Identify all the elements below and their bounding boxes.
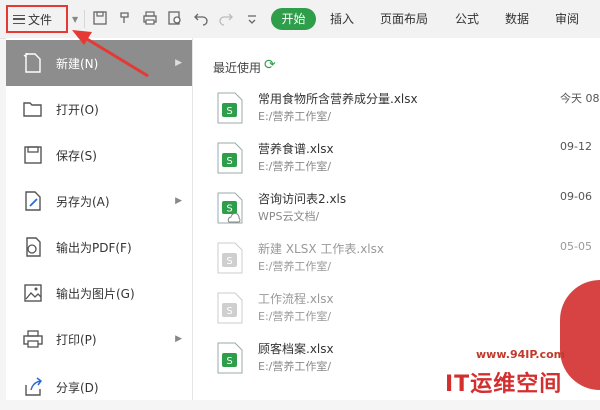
chevron-right-icon: ▶ xyxy=(175,334,182,344)
file-path: WPS云文档/ xyxy=(258,210,320,223)
chevron-right-icon: ▶ xyxy=(175,58,182,68)
file-name: 工作流程.xlsx xyxy=(258,292,334,306)
save-icon[interactable] xyxy=(92,10,108,26)
cloud-spreadsheet-icon: S xyxy=(217,192,243,224)
file-path: E:/营养工作室/ xyxy=(258,160,332,173)
file-date: 09-12 xyxy=(560,140,592,153)
menu-item-label: 打开(O) xyxy=(56,102,99,117)
spreadsheet-icon: S xyxy=(217,242,243,274)
file-date: 05-05 xyxy=(560,240,592,253)
file-name: 常用食物所含营养成分量.xlsx xyxy=(258,92,418,106)
menu-item-label: 保存(S) xyxy=(56,148,97,163)
file-date: 今天 08 xyxy=(560,92,600,105)
print-icon[interactable] xyxy=(142,10,158,26)
file-name: 顾客档案.xlsx xyxy=(258,342,334,356)
menu-item-share[interactable]: 分享(D) xyxy=(6,364,192,410)
file-path: E:/营养工作室/ xyxy=(258,360,332,373)
spreadsheet-icon: S xyxy=(217,342,243,374)
save-as-icon xyxy=(22,190,44,212)
recent-file-row[interactable]: S 工作流程.xlsx E:/营养工作室/ xyxy=(213,286,600,332)
printer-icon xyxy=(22,328,44,350)
customize-toolbar-icon[interactable] xyxy=(244,12,260,28)
file-menu-label: 文件 xyxy=(28,12,53,27)
menu-item-new[interactable]: 新建(N) ▶ xyxy=(6,40,192,86)
file-menu-panel: 新建(N) ▶ 打开(O) 保存(S) 另存为(A) ▶ 输出为PDF(F) 输… xyxy=(6,38,193,400)
tab-data[interactable]: 数据 xyxy=(505,10,529,27)
share-icon xyxy=(22,376,44,398)
file-date: 09-06 xyxy=(560,190,592,203)
hamburger-icon xyxy=(13,14,25,24)
recent-file-row[interactable]: S 营养食谱.xlsx E:/营养工作室/ 09-12 xyxy=(213,136,600,182)
file-path: E:/营养工作室/ xyxy=(258,110,332,123)
watermark-site: www.94IP.com xyxy=(476,348,566,361)
svg-text:S: S xyxy=(226,204,232,215)
print-preview-icon[interactable] xyxy=(167,10,183,26)
chevron-right-icon: ▶ xyxy=(175,196,182,206)
undo-icon[interactable] xyxy=(193,10,209,26)
svg-text:S: S xyxy=(226,156,232,167)
tab-review[interactable]: 审阅 xyxy=(555,10,579,27)
watermark-logo: IT运维空间 xyxy=(445,372,563,397)
file-name: 咨询访问表2.xls xyxy=(258,192,347,206)
menu-item-label: 输出为PDF(F) xyxy=(56,240,132,255)
spreadsheet-icon: S xyxy=(217,92,243,124)
file-menu-button[interactable]: 文件 xyxy=(6,5,68,33)
menu-item-open[interactable]: 打开(O) xyxy=(6,86,192,132)
tab-insert[interactable]: 插入 xyxy=(330,10,354,27)
menu-item-label: 新建(N) xyxy=(56,56,99,71)
recent-file-row[interactable]: S 常用食物所含营养成分量.xlsx E:/营养工作室/ 今天 08 xyxy=(213,86,600,132)
file-path: E:/营养工作室/ xyxy=(258,310,332,323)
svg-text:S: S xyxy=(226,306,232,317)
file-path: E:/营养工作室/ xyxy=(258,260,332,273)
tab-page-layout[interactable]: 页面布局 xyxy=(380,10,428,27)
menu-item-export-image[interactable]: 输出为图片(G) xyxy=(6,270,192,316)
file-name: 营养食谱.xlsx xyxy=(258,142,334,156)
recent-file-row[interactable]: S 新建 XLSX 工作表.xlsx E:/营养工作室/ 05-05 xyxy=(213,236,600,282)
format-painter-icon[interactable] xyxy=(117,10,133,26)
menu-item-label: 另存为(A) xyxy=(56,194,110,209)
spreadsheet-icon: S xyxy=(217,292,243,324)
tab-home[interactable]: 开始 xyxy=(271,8,316,30)
recent-file-row[interactable]: S 咨询访问表2.xls WPS云文档/ 09-06 xyxy=(213,186,600,232)
new-icon xyxy=(22,52,44,74)
folder-open-icon xyxy=(22,98,44,120)
image-icon xyxy=(22,282,44,304)
menu-item-save[interactable]: 保存(S) xyxy=(6,132,192,178)
refresh-icon[interactable]: ⟳ xyxy=(264,57,276,73)
menu-item-save-as[interactable]: 另存为(A) ▶ xyxy=(6,178,192,224)
recent-title: 最近使用 xyxy=(213,61,262,75)
menu-item-export-pdf[interactable]: 输出为PDF(F) xyxy=(6,224,192,270)
spreadsheet-icon: S xyxy=(217,142,243,174)
save-icon xyxy=(22,144,44,166)
recent-files-panel: 最近使用 ⟳ S 常用食物所含营养成分量.xlsx E:/营养工作室/ 今天 0… xyxy=(193,38,600,400)
svg-text:S: S xyxy=(226,356,232,367)
redo-icon[interactable] xyxy=(218,10,234,26)
file-name: 新建 XLSX 工作表.xlsx xyxy=(258,242,384,256)
menu-item-label: 分享(D) xyxy=(56,380,99,395)
menu-item-label: 输出为图片(G) xyxy=(56,286,135,301)
toolbar-divider xyxy=(84,10,85,28)
top-toolbar: 文件 ▼ 开始 插入 页面布局 公式 数据 审阅 xyxy=(0,0,600,39)
pdf-icon xyxy=(22,236,44,258)
svg-text:S: S xyxy=(226,106,232,117)
chevron-down-icon[interactable]: ▼ xyxy=(72,15,78,24)
tab-formula[interactable]: 公式 xyxy=(455,10,479,27)
menu-item-print[interactable]: 打印(P) ▶ xyxy=(6,316,192,362)
menu-item-label: 打印(P) xyxy=(56,332,97,347)
svg-text:S: S xyxy=(226,256,232,267)
